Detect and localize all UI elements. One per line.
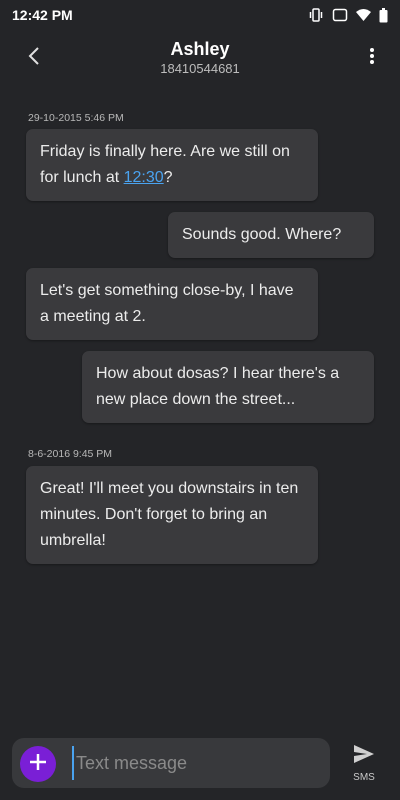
more-vert-icon	[369, 47, 375, 70]
contact-number: 18410544681	[160, 61, 240, 76]
send-label: SMS	[353, 772, 375, 783]
battery-icon	[379, 7, 388, 23]
status-time: 12:42 PM	[12, 7, 73, 23]
message-timestamp: 8-6-2016 9:45 PM	[28, 448, 113, 460]
outgoing-message-bubble[interactable]: Sounds good. Where?	[168, 212, 374, 258]
send-sms-button[interactable]: SMS	[344, 744, 384, 788]
conversation-header: Ashley 18410544681	[0, 30, 400, 86]
message-text: Let's get something close-by, I have a m…	[40, 282, 294, 325]
compose-bar	[12, 738, 330, 788]
message-text: Great! I'll meet you downstairs in ten m…	[40, 480, 299, 549]
add-attachment-button[interactable]	[20, 746, 56, 782]
incoming-message-bubble[interactable]: Friday is finally here. Are we still on …	[26, 129, 318, 201]
message-text: Sounds good. Where?	[182, 226, 342, 243]
time-link[interactable]: 12:30	[124, 169, 164, 186]
status-bar: 12:42 PM	[0, 0, 400, 30]
add-icon	[29, 753, 47, 776]
incoming-message-bubble[interactable]: Great! I'll meet you downstairs in ten m…	[26, 466, 318, 564]
message-input[interactable]	[72, 746, 322, 780]
overflow-menu-button[interactable]	[362, 42, 382, 74]
incoming-message-bubble[interactable]: Let's get something close-by, I have a m…	[26, 268, 318, 340]
wifi-icon	[356, 9, 371, 21]
contact-name: Ashley	[170, 39, 230, 59]
message-text: ?	[163, 169, 173, 186]
cast-icon	[332, 8, 348, 22]
vibrate-icon	[308, 8, 324, 22]
send-icon	[353, 744, 375, 769]
outgoing-message-bubble[interactable]: How about dosas? I hear there's a new pl…	[82, 351, 374, 423]
status-icons	[308, 7, 388, 23]
message-timestamp: 29-10-2015 5:46 PM	[28, 112, 124, 124]
message-text: How about dosas? I hear there's a new pl…	[96, 365, 340, 408]
